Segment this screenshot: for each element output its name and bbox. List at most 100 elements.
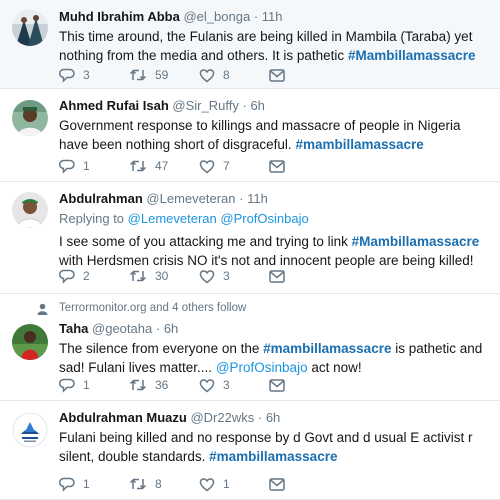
retweet-button[interactable]: 47 — [129, 159, 199, 173]
like-button[interactable]: 1 — [199, 477, 269, 492]
reply-icon — [59, 378, 75, 393]
retweet-button[interactable]: 36 — [129, 378, 199, 392]
separator: · — [253, 9, 259, 24]
retweet-icon — [129, 379, 147, 391]
reply-button[interactable]: 1 — [59, 378, 129, 393]
direct-message-button[interactable] — [269, 68, 293, 82]
retweet-icon — [129, 270, 147, 282]
tweet-text: This time around, the Fulanis are being … — [59, 27, 492, 65]
tweet-text-body: I see some of you attacking me and tryin… — [59, 234, 348, 249]
timestamp[interactable]: 6h — [266, 410, 280, 425]
direct-message-button[interactable] — [269, 269, 293, 283]
reply-icon — [59, 159, 75, 174]
tweet-text: The silence from everyone on the #mambil… — [59, 339, 492, 377]
author-name[interactable]: Abdulrahman Muazu — [59, 410, 187, 425]
retweet-button[interactable]: 59 — [129, 68, 199, 82]
mention-link[interactable]: @Lemeveteran — [128, 211, 217, 226]
separator: · — [257, 410, 263, 425]
author-handle[interactable]: @Sir_Ruffy — [172, 98, 238, 113]
hashtag-link[interactable]: #Mambillamassacre — [348, 48, 476, 63]
hashtag-link[interactable]: #mambillamassacre — [209, 449, 337, 464]
reply-icon — [59, 269, 75, 284]
tweet-text: Government response to killings and mass… — [59, 116, 492, 154]
author-handle[interactable]: @el_bonga — [183, 9, 250, 24]
separator: · — [242, 98, 247, 113]
direct-message-button[interactable] — [269, 378, 293, 392]
person-icon — [37, 303, 48, 315]
direct-message-button[interactable] — [269, 477, 293, 491]
retweet-button[interactable]: 30 — [129, 269, 199, 283]
author-name[interactable]: Taha — [59, 321, 88, 336]
reply-button[interactable]: 3 — [59, 68, 129, 83]
social-context[interactable]: Terrormonitor.org and 4 others follow — [37, 302, 247, 315]
retweet-count: 36 — [155, 378, 169, 392]
like-button[interactable]: 3 — [199, 378, 269, 393]
tweet[interactable]: Abdulrahman Muazu @Dr22wks · 6h Fulani b… — [0, 401, 500, 500]
reply-button[interactable]: 2 — [59, 269, 129, 284]
tweet-text-body: The silence from everyone on the — [59, 341, 260, 356]
tweet-text: I see some of you attacking me and tryin… — [59, 232, 492, 270]
like-icon — [199, 477, 215, 491]
reply-count: 1 — [83, 477, 90, 491]
timestamp[interactable]: 6h — [250, 98, 264, 113]
hashtag-link[interactable]: #mambillamassacre — [295, 137, 423, 152]
avatar[interactable] — [12, 192, 48, 228]
like-button[interactable]: 8 — [199, 68, 269, 83]
like-count: 3 — [223, 378, 230, 392]
tweet-header: Ahmed Rufai Isah @Sir_Ruffy · 6h — [59, 98, 492, 114]
tweet-text-body: act now! — [311, 360, 362, 375]
reply-button[interactable]: 1 — [59, 159, 129, 174]
like-button[interactable]: 7 — [199, 159, 269, 174]
reply-icon — [59, 477, 75, 492]
avatar[interactable] — [12, 412, 48, 448]
tweet-text: Fulani being killed and no response by d… — [59, 428, 492, 466]
separator: · — [239, 191, 244, 206]
tweet[interactable]: Muhd Ibrahim Abba @el_bonga · 11h This t… — [0, 0, 500, 89]
tweet-actions: 1 47 7 — [59, 157, 293, 175]
retweet-icon — [129, 69, 147, 81]
like-count: 7 — [223, 159, 230, 173]
avatar[interactable] — [12, 10, 48, 46]
retweet-button[interactable]: 8 — [129, 477, 199, 491]
reply-count: 2 — [83, 269, 90, 283]
reply-count: 1 — [83, 159, 90, 173]
tweet[interactable]: Abdulrahman @Lemeveteran · 11h Replying … — [0, 182, 500, 294]
like-count: 1 — [223, 477, 230, 491]
message-icon — [269, 68, 285, 82]
author-name[interactable]: Muhd Ibrahim Abba — [59, 9, 180, 24]
timestamp[interactable]: 11h — [262, 9, 283, 24]
hashtag-link[interactable]: #Mambillamassacre — [352, 234, 480, 249]
replying-to-label: Replying to — [59, 211, 125, 226]
tweet[interactable]: Ahmed Rufai Isah @Sir_Ruffy · 6h Governm… — [0, 89, 500, 182]
tweet-header: Muhd Ibrahim Abba @el_bonga · 11h — [59, 9, 492, 25]
author-handle[interactable]: @geotaha — [92, 321, 152, 336]
reply-button[interactable]: 1 — [59, 477, 129, 492]
reply-count: 1 — [83, 378, 90, 392]
reply-count: 3 — [83, 68, 90, 82]
like-icon — [199, 159, 215, 173]
message-icon — [269, 269, 285, 283]
avatar[interactable] — [12, 324, 48, 360]
author-handle[interactable]: @Lemeveteran — [146, 191, 235, 206]
timestamp[interactable]: 6h — [164, 321, 178, 336]
timestamp[interactable]: 11h — [247, 191, 268, 206]
author-name[interactable]: Ahmed Rufai Isah — [59, 98, 169, 113]
author-name[interactable]: Abdulrahman — [59, 191, 143, 206]
retweet-icon — [129, 478, 147, 490]
social-context-text: Terrormonitor.org and 4 others follow — [59, 302, 247, 314]
message-icon — [269, 477, 285, 491]
direct-message-button[interactable] — [269, 159, 293, 173]
author-handle[interactable]: @Dr22wks — [190, 410, 254, 425]
message-icon — [269, 159, 285, 173]
tweet-actions: 2 30 3 — [59, 267, 293, 285]
tweet[interactable]: Terrormonitor.org and 4 others follow Ta… — [0, 294, 500, 401]
avatar[interactable] — [12, 100, 48, 136]
message-icon — [269, 378, 285, 392]
hashtag-link[interactable]: #mambillamassacre — [263, 341, 391, 356]
mention-link[interactable]: @ProfOsinbajo — [216, 360, 308, 375]
like-count: 8 — [223, 68, 230, 82]
replying-to: Replying to @Lemeveteran @ProfOsinbajo — [59, 210, 492, 228]
retweet-count: 59 — [155, 68, 169, 82]
like-button[interactable]: 3 — [199, 269, 269, 284]
mention-link[interactable]: @ProfOsinbajo — [220, 211, 308, 226]
